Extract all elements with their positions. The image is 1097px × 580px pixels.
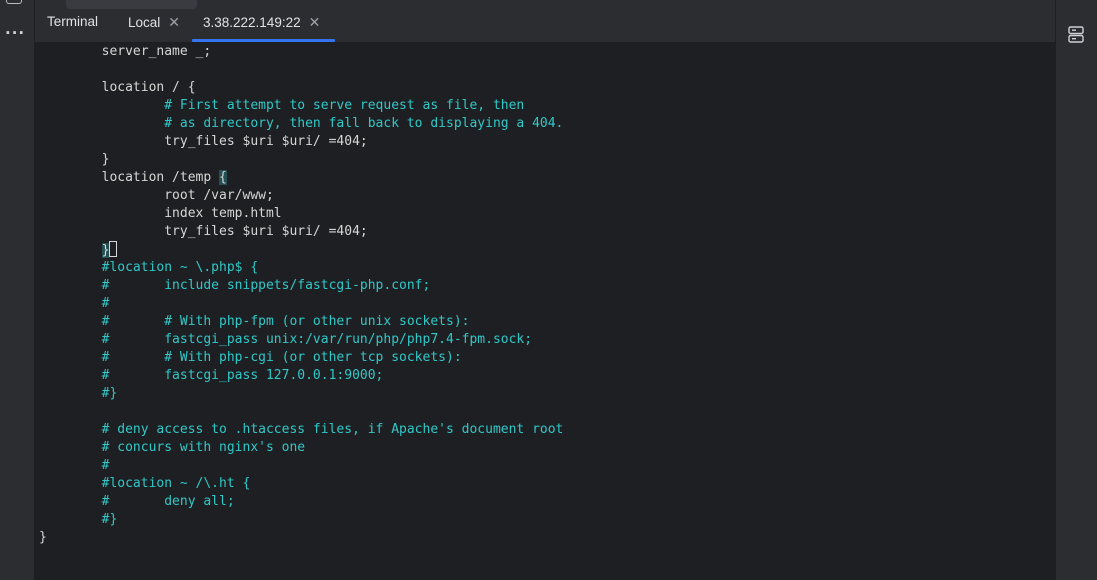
terminal-tool-window: Terminal Local ✕ 3.38.222.149:22 ✕ server_… bbox=[35, 0, 1055, 580]
left-tool-strip: ··· bbox=[0, 0, 35, 580]
tab-local[interactable]: Local ✕ bbox=[128, 14, 180, 42]
terminal-line: server_name _; bbox=[39, 44, 212, 59]
terminal-line: # concurs with nginx's one bbox=[39, 440, 306, 455]
close-icon[interactable]: ✕ bbox=[309, 14, 321, 30]
tool-window-title: Terminal bbox=[47, 14, 99, 29]
close-icon[interactable]: ✕ bbox=[168, 14, 180, 30]
terminal-line: # fastcgi_pass 127.0.0.1:9000; bbox=[39, 368, 384, 383]
terminal-line: } bbox=[39, 152, 110, 167]
more-horizontal-icon[interactable]: ··· bbox=[5, 26, 25, 41]
database-icon[interactable] bbox=[1068, 26, 1084, 43]
terminal-line: location /temp { bbox=[39, 170, 227, 185]
terminal-output[interactable]: server_name _; location / { # First atte… bbox=[35, 42, 1055, 580]
terminal-line: # include snippets/fastcgi-php.conf; bbox=[39, 278, 431, 293]
terminal-line: #} bbox=[39, 512, 118, 527]
terminal-line: # deny access to .htaccess files, if Apa… bbox=[39, 422, 564, 437]
right-tool-strip bbox=[1055, 0, 1097, 580]
terminal-line: # fastcgi_pass unix:/var/run/php/php7.4-… bbox=[39, 332, 533, 347]
terminal-tab-bar: Terminal Local ✕ 3.38.222.149:22 ✕ bbox=[35, 0, 1055, 42]
terminal-line: #} bbox=[39, 386, 118, 401]
terminal-line: location / { bbox=[39, 80, 196, 95]
terminal-line: # as directory, then fall back to displa… bbox=[39, 116, 564, 131]
terminal-line: #location ~ \.php$ { bbox=[39, 260, 259, 275]
terminal-line: # # With php-cgi (or other tcp sockets): bbox=[39, 350, 462, 365]
terminal-line: root /var/www; bbox=[39, 188, 274, 203]
tool-window-icon[interactable] bbox=[6, 0, 22, 4]
terminal-line: } bbox=[39, 241, 1055, 259]
terminal-line: } bbox=[39, 530, 47, 545]
terminal-line: # # With php-fpm (or other unix sockets)… bbox=[39, 314, 470, 329]
terminal-line: try_files $uri $uri/ =404; bbox=[39, 224, 368, 239]
terminal-line: # bbox=[39, 458, 110, 473]
tab-label: Local bbox=[128, 15, 161, 30]
terminal-line: # deny all; bbox=[39, 494, 235, 509]
terminal-cursor bbox=[109, 241, 118, 257]
terminal-line: # First attempt to serve request as file… bbox=[39, 98, 525, 113]
terminal-line: index temp.html bbox=[39, 206, 282, 221]
terminal-line: #location ~ /\.ht { bbox=[39, 476, 251, 491]
tab-bar-overflow-edge bbox=[66, 0, 197, 9]
tab-label: 3.38.222.149:22 bbox=[203, 15, 301, 30]
tab-remote-session[interactable]: 3.38.222.149:22 ✕ bbox=[203, 14, 320, 42]
terminal-line: # bbox=[39, 296, 110, 311]
terminal-line: try_files $uri $uri/ =404; bbox=[39, 134, 368, 149]
